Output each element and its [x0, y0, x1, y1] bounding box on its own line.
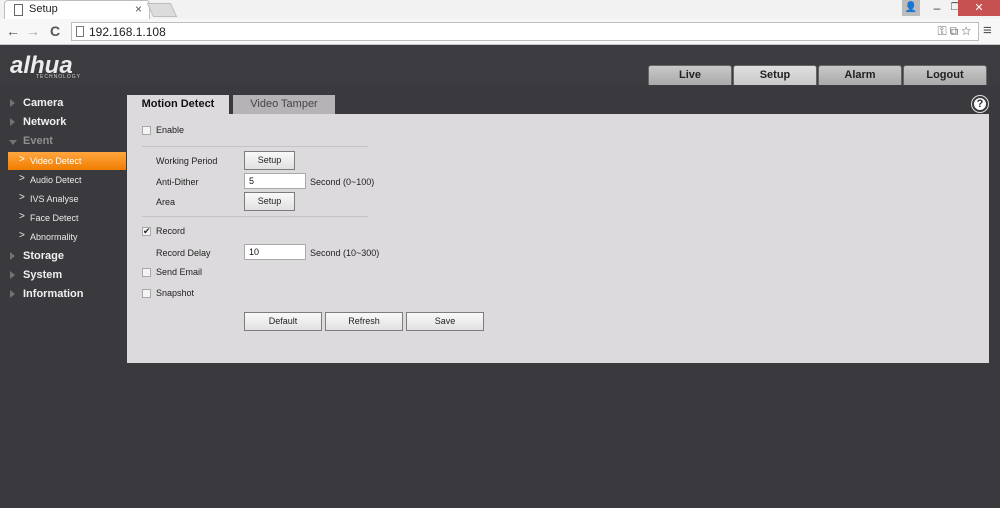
chevron-right-icon: >	[19, 192, 25, 203]
help-icon[interactable]: ?	[972, 96, 988, 112]
bookmark-star-icon[interactable]: ☆	[961, 24, 974, 38]
chevron-right-icon: >	[19, 211, 25, 222]
collapsed-arrow-icon	[10, 99, 15, 107]
chevron-right-icon: >	[19, 230, 25, 241]
send-email-label: Send Email	[156, 267, 203, 277]
sidebar-item-abnormality[interactable]: > Abnormality	[8, 228, 126, 246]
anti-dither-input[interactable]: 5	[244, 173, 306, 189]
nav-setup[interactable]: Setup	[733, 65, 817, 85]
nav-live[interactable]: Live	[648, 65, 732, 85]
browser-tab[interactable]: Setup ×	[4, 0, 150, 19]
browser-menu-icon[interactable]: ≡	[983, 22, 992, 39]
tab-close-icon[interactable]: ×	[135, 2, 142, 16]
working-period-setup-button[interactable]: Setup	[244, 151, 295, 170]
sidebar-item-video-detect[interactable]: > Video Detect	[8, 152, 126, 170]
record-delay-label: Record Delay	[156, 248, 211, 258]
send-email-checkbox[interactable]	[142, 268, 151, 277]
key-icon[interactable]: ⚿	[937, 24, 949, 38]
sidebar-item-network[interactable]: Network	[0, 114, 126, 133]
divider	[142, 146, 368, 147]
sidebar: Camera Network Event > Video Detect > Au…	[0, 86, 126, 508]
record-checkbox[interactable]: ✔	[142, 227, 151, 236]
enable-label: Enable	[156, 125, 185, 135]
logo-subtitle: TECHNOLOGY	[36, 74, 82, 80]
reload-icon[interactable]: C	[47, 23, 63, 39]
translate-icon[interactable]: ⧉	[950, 24, 962, 38]
tab-video-tamper[interactable]: Video Tamper	[233, 95, 335, 114]
divider	[142, 216, 368, 217]
sidebar-item-camera[interactable]: Camera	[0, 95, 126, 114]
new-tab-button[interactable]	[146, 3, 178, 17]
url-text: 192.168.1.108	[89, 25, 166, 39]
browser-toolbar: ← → C 192.168.1.108 ⚿⧉☆ ≡	[0, 19, 1000, 45]
sidebar-item-face-detect[interactable]: > Face Detect	[8, 209, 126, 227]
tab-title: Setup	[29, 3, 58, 15]
area-label: Area	[156, 197, 176, 207]
sidebar-item-system[interactable]: System	[0, 267, 126, 286]
address-bar[interactable]: 192.168.1.108 ⚿⧉☆	[71, 22, 979, 41]
expanded-arrow-icon	[9, 140, 17, 145]
snapshot-label: Snapshot	[156, 288, 195, 298]
anti-dither-range: Second (0~100)	[310, 177, 375, 187]
record-delay-range: Second (10~300)	[310, 248, 380, 258]
sidebar-item-information[interactable]: Information	[0, 286, 126, 305]
omnibox-icons[interactable]: ⚿⧉☆	[937, 24, 974, 39]
back-icon[interactable]: ←	[5, 23, 21, 39]
page-info-icon[interactable]	[76, 26, 84, 37]
collapsed-arrow-icon	[10, 290, 15, 298]
nav-alarm[interactable]: Alarm	[818, 65, 902, 85]
app-header: alhua TECHNOLOGY Live Setup Alarm Logout	[0, 45, 1000, 86]
sidebar-item-event[interactable]: Event	[0, 133, 126, 152]
forward-icon[interactable]: →	[25, 23, 41, 39]
chevron-right-icon: >	[19, 154, 25, 165]
collapsed-arrow-icon	[10, 252, 15, 260]
sidebar-item-storage[interactable]: Storage	[0, 248, 126, 267]
default-button[interactable]: Default	[244, 312, 322, 331]
sidebar-item-audio-detect[interactable]: > Audio Detect	[8, 171, 126, 189]
record-delay-input[interactable]: 10	[244, 244, 306, 260]
snapshot-checkbox[interactable]	[142, 289, 151, 298]
user-icon[interactable]: 👤	[902, 0, 920, 16]
close-window-button[interactable]: ✕	[958, 0, 1000, 16]
collapsed-arrow-icon	[10, 118, 15, 126]
collapsed-arrow-icon	[10, 271, 15, 279]
page-icon	[14, 4, 23, 16]
minimize-button[interactable]: –	[930, 0, 944, 16]
motion-detect-panel: Enable Working Period Setup Anti-Dither …	[127, 114, 989, 363]
refresh-button[interactable]: Refresh	[325, 312, 403, 331]
browser-tabstrip: Setup × 👤 – ❐ ✕	[0, 0, 1000, 19]
working-period-label: Working Period	[156, 156, 218, 166]
save-button[interactable]: Save	[406, 312, 484, 331]
chevron-right-icon: >	[19, 173, 25, 184]
area-setup-button[interactable]: Setup	[244, 192, 295, 211]
record-label: Record	[156, 226, 186, 236]
anti-dither-label: Anti-Dither	[156, 177, 199, 187]
tab-motion-detect[interactable]: Motion Detect	[127, 95, 229, 114]
sidebar-item-ivs-analyse[interactable]: > IVS Analyse	[8, 190, 126, 208]
enable-checkbox[interactable]	[142, 126, 151, 135]
nav-logout[interactable]: Logout	[903, 65, 987, 85]
